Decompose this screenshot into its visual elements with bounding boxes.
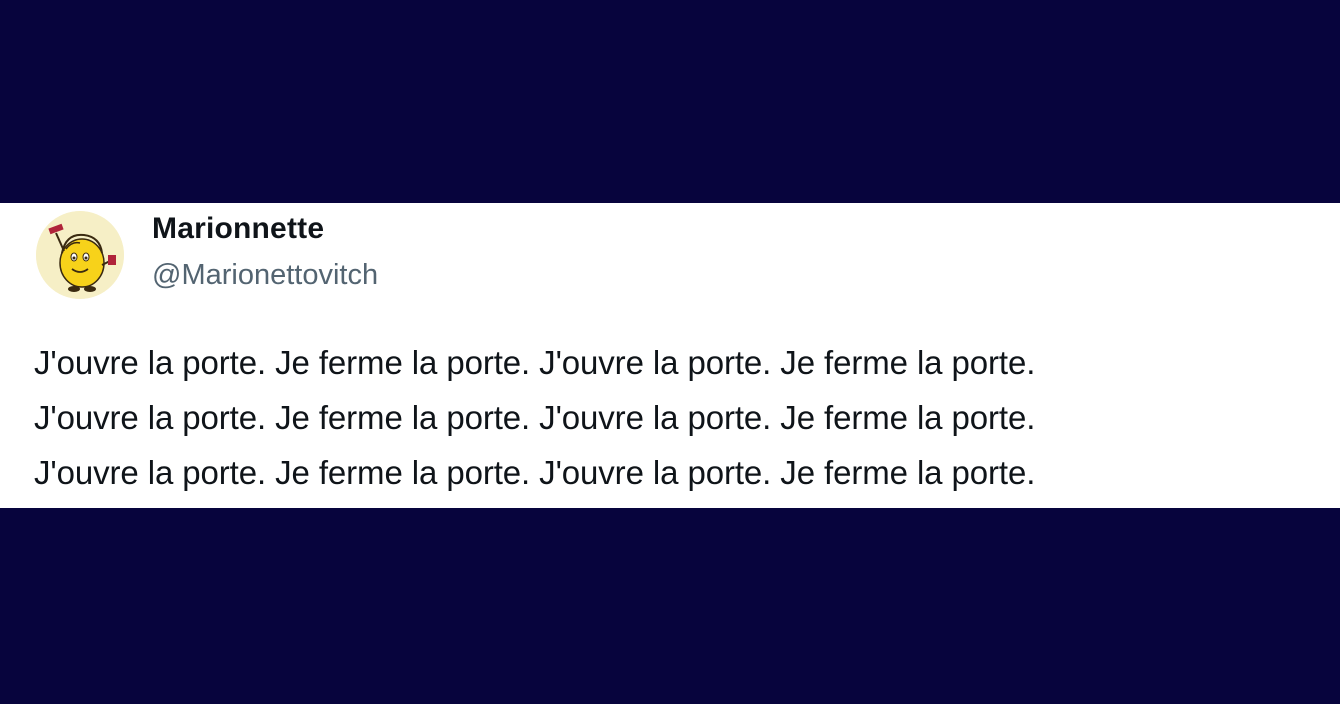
tweet-text-line: J'ouvre la porte. Je ferme la porte. J'o… — [34, 399, 1036, 436]
tweet-card: Marionnette @Marionettovitch J'ouvre la … — [0, 203, 1340, 508]
avatar[interactable] — [36, 211, 124, 299]
tweet-header: Marionnette @Marionettovitch — [36, 211, 378, 299]
tweet-text-line: J'ouvre la porte. Je ferme la porte. J'o… — [34, 344, 1036, 381]
tweet-text-line: J'ouvre la porte. Je ferme la porte. J'o… — [34, 454, 1036, 491]
character-avatar-icon — [36, 211, 124, 299]
page: Marionnette @Marionettovitch J'ouvre la … — [0, 0, 1340, 704]
display-name[interactable]: Marionnette — [152, 211, 378, 247]
user-handle[interactable]: @Marionettovitch — [152, 255, 378, 295]
tweet-text: J'ouvre la porte. Je ferme la porte. J'o… — [34, 335, 1324, 500]
author-info: Marionnette @Marionettovitch — [152, 211, 378, 295]
